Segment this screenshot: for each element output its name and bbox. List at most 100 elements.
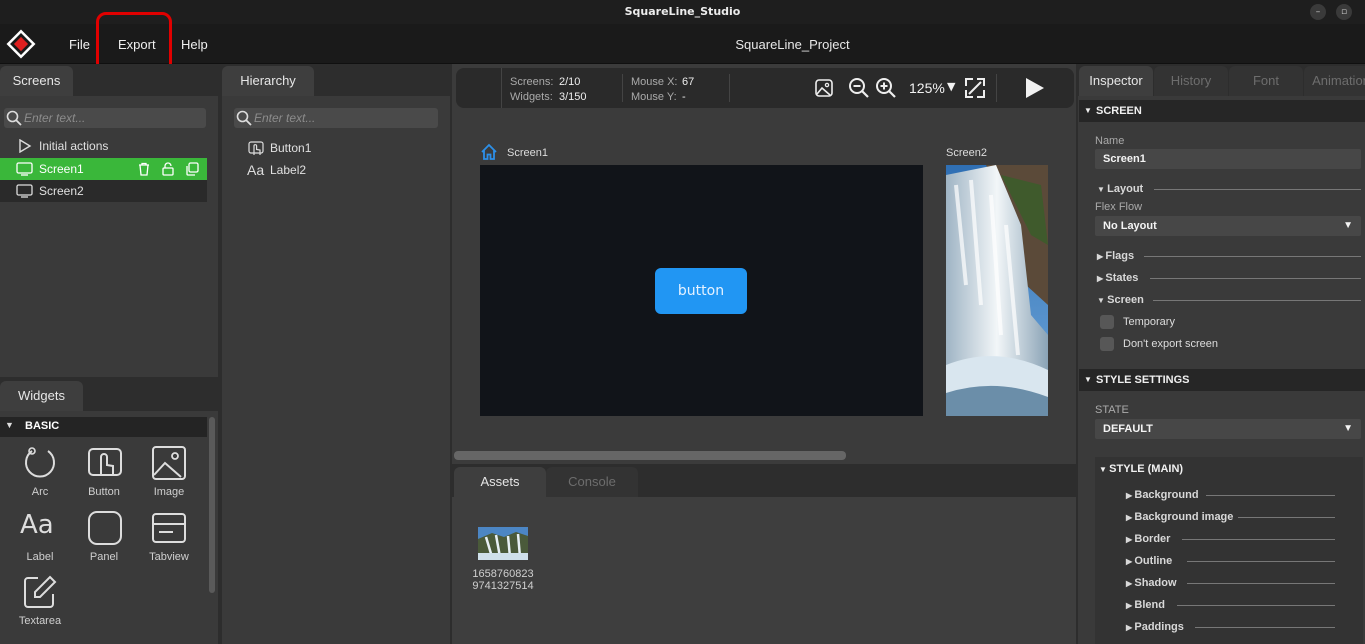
- tab-console[interactable]: Console: [546, 467, 638, 497]
- style-item-label: Background: [1134, 489, 1199, 501]
- style-item[interactable]: ▶ Background image: [1126, 511, 1233, 523]
- hierarchy-item-label: Label2: [270, 163, 307, 177]
- toolbar: Screens: 2/10 Widgets: 3/150 Mouse X: 67…: [456, 68, 1074, 108]
- textarea-widget-icon[interactable]: [22, 574, 58, 610]
- unlock-icon[interactable]: [161, 162, 175, 176]
- tab-assets[interactable]: Assets: [454, 467, 546, 497]
- chevron-down-icon: ▼: [1343, 423, 1353, 434]
- flex-flow-select[interactable]: No Layout ▼: [1095, 216, 1361, 236]
- name-input[interactable]: Screen1: [1095, 149, 1361, 169]
- style-settings-title: STYLE SETTINGS: [1096, 374, 1190, 386]
- image-widget-icon[interactable]: [151, 445, 187, 481]
- layout-label: Layout: [1107, 183, 1144, 195]
- assets-panel-body: [452, 497, 1076, 644]
- tab-history[interactable]: History: [1154, 66, 1228, 96]
- label-widget-icon[interactable]: Aa: [20, 510, 54, 540]
- tab-hierarchy[interactable]: Hierarchy: [222, 66, 314, 96]
- tab-widgets[interactable]: Widgets: [0, 381, 83, 411]
- zoom-level[interactable]: 125%: [909, 80, 945, 96]
- button-widget-icon[interactable]: [87, 445, 123, 481]
- style-main-label: STYLE (MAIN): [1109, 463, 1184, 475]
- zoom-dropdown-icon[interactable]: ▼: [947, 80, 955, 93]
- search-icon: [6, 110, 22, 126]
- tabview-widget-icon[interactable]: [151, 510, 187, 546]
- tab-animation[interactable]: Animation: [1304, 66, 1365, 96]
- flex-flow-label: Flex Flow: [1095, 201, 1143, 213]
- dont-export-checkbox[interactable]: [1100, 337, 1114, 351]
- state-value: DEFAULT: [1103, 423, 1153, 435]
- dont-export-label: Don't export screen: [1123, 338, 1219, 350]
- style-item[interactable]: ▶ Blend: [1126, 599, 1165, 611]
- layout-subsection[interactable]: ▼ Layout: [1097, 183, 1143, 195]
- style-item[interactable]: ▶ Outline: [1126, 555, 1172, 567]
- temporary-label: Temporary: [1123, 316, 1175, 328]
- widgets-scrollbar[interactable]: [209, 417, 215, 593]
- label-widget-icon: Aa: [247, 162, 265, 178]
- screen2-preview[interactable]: [946, 165, 1048, 416]
- style-main-header[interactable]: ▼ STYLE (MAIN): [1099, 463, 1183, 475]
- style-settings-header[interactable]: ▼ STYLE SETTINGS: [1079, 369, 1365, 391]
- screens-search-input[interactable]: Enter text...: [4, 108, 206, 128]
- image-background-icon[interactable]: [814, 78, 834, 98]
- delete-icon[interactable]: [137, 162, 151, 176]
- toolbar-divider: [501, 68, 502, 108]
- divider-line: [1187, 583, 1335, 584]
- style-item[interactable]: ▶ Background: [1126, 489, 1199, 501]
- zoom-out-icon[interactable]: [848, 77, 870, 99]
- widget-label-tabview: Tabview: [149, 551, 189, 563]
- asset-thumbnail[interactable]: [478, 527, 528, 560]
- screen-subsection[interactable]: ▼ Screen: [1097, 294, 1144, 306]
- screen-section-header[interactable]: ▼ SCREEN: [1079, 100, 1365, 122]
- tab-font[interactable]: Font: [1229, 66, 1303, 96]
- toolbar-divider: [622, 74, 623, 102]
- hierarchy-item-label2[interactable]: Aa Label2: [222, 159, 450, 181]
- screen-item-label: Screen1: [39, 162, 84, 176]
- monitor-icon: [16, 184, 33, 198]
- tab-inspector[interactable]: Inspector: [1079, 66, 1153, 96]
- fit-screen-icon[interactable]: [964, 77, 986, 99]
- screen1-preview[interactable]: button: [480, 165, 923, 416]
- hierarchy-search-placeholder: Enter text...: [254, 111, 316, 125]
- style-main-box: [1095, 457, 1363, 644]
- divider-line: [1187, 561, 1335, 562]
- hierarchy-search-input[interactable]: Enter text...: [234, 108, 438, 128]
- widget-label-label: Label: [26, 551, 54, 563]
- arc-icon[interactable]: [22, 445, 58, 481]
- collapse-arrow-icon: ▼: [1084, 106, 1092, 115]
- style-item[interactable]: ▶ Border: [1126, 533, 1170, 545]
- restore-button[interactable]: ▫: [1336, 4, 1352, 20]
- name-value: Screen1: [1103, 153, 1146, 165]
- button-widget-icon: [248, 141, 264, 155]
- zoom-in-icon[interactable]: [875, 77, 897, 99]
- widget-label-button: Button: [88, 486, 120, 498]
- monitor-icon: [16, 162, 33, 176]
- waterfall-thumbnail-image: [478, 527, 528, 560]
- screen-sub-label: Screen: [1107, 294, 1144, 306]
- widget-label-image: Image: [153, 486, 185, 498]
- hierarchy-item-button1[interactable]: Button1: [222, 137, 450, 159]
- flags-subsection[interactable]: ▶ Flags: [1097, 250, 1134, 262]
- widgets-category-header[interactable]: ▼ BASIC: [0, 417, 207, 437]
- screens-panel: Screens Enter text... Initial actions Sc…: [0, 64, 218, 377]
- home-icon: [481, 143, 497, 160]
- style-item[interactable]: ▶ Shadow: [1126, 577, 1177, 589]
- temporary-checkbox[interactable]: [1100, 315, 1114, 329]
- panel-widget-icon[interactable]: [87, 510, 123, 546]
- project-name: SquareLine_Project: [735, 37, 850, 52]
- play-icon[interactable]: [1022, 76, 1046, 100]
- style-item[interactable]: ▶ Paddings: [1126, 621, 1184, 633]
- window-title: SquareLine_Studio: [624, 5, 741, 18]
- states-subsection[interactable]: ▶ States: [1097, 272, 1138, 284]
- state-select[interactable]: DEFAULT ▼: [1095, 419, 1361, 439]
- search-icon: [236, 110, 252, 126]
- minimize-button[interactable]: –: [1310, 4, 1326, 20]
- screen-item-screen1[interactable]: Screen1: [0, 158, 207, 180]
- screen-item-screen2[interactable]: Screen2: [0, 180, 207, 202]
- canvas-button[interactable]: button: [655, 268, 747, 314]
- widget-label-textarea: Textarea: [18, 615, 62, 627]
- tab-screens[interactable]: Screens: [0, 66, 73, 96]
- duplicate-icon[interactable]: [185, 162, 199, 176]
- screen-item-initial-actions[interactable]: Initial actions: [0, 135, 218, 157]
- canvas-scrollbar[interactable]: [454, 451, 846, 460]
- divider-line: [1182, 539, 1335, 540]
